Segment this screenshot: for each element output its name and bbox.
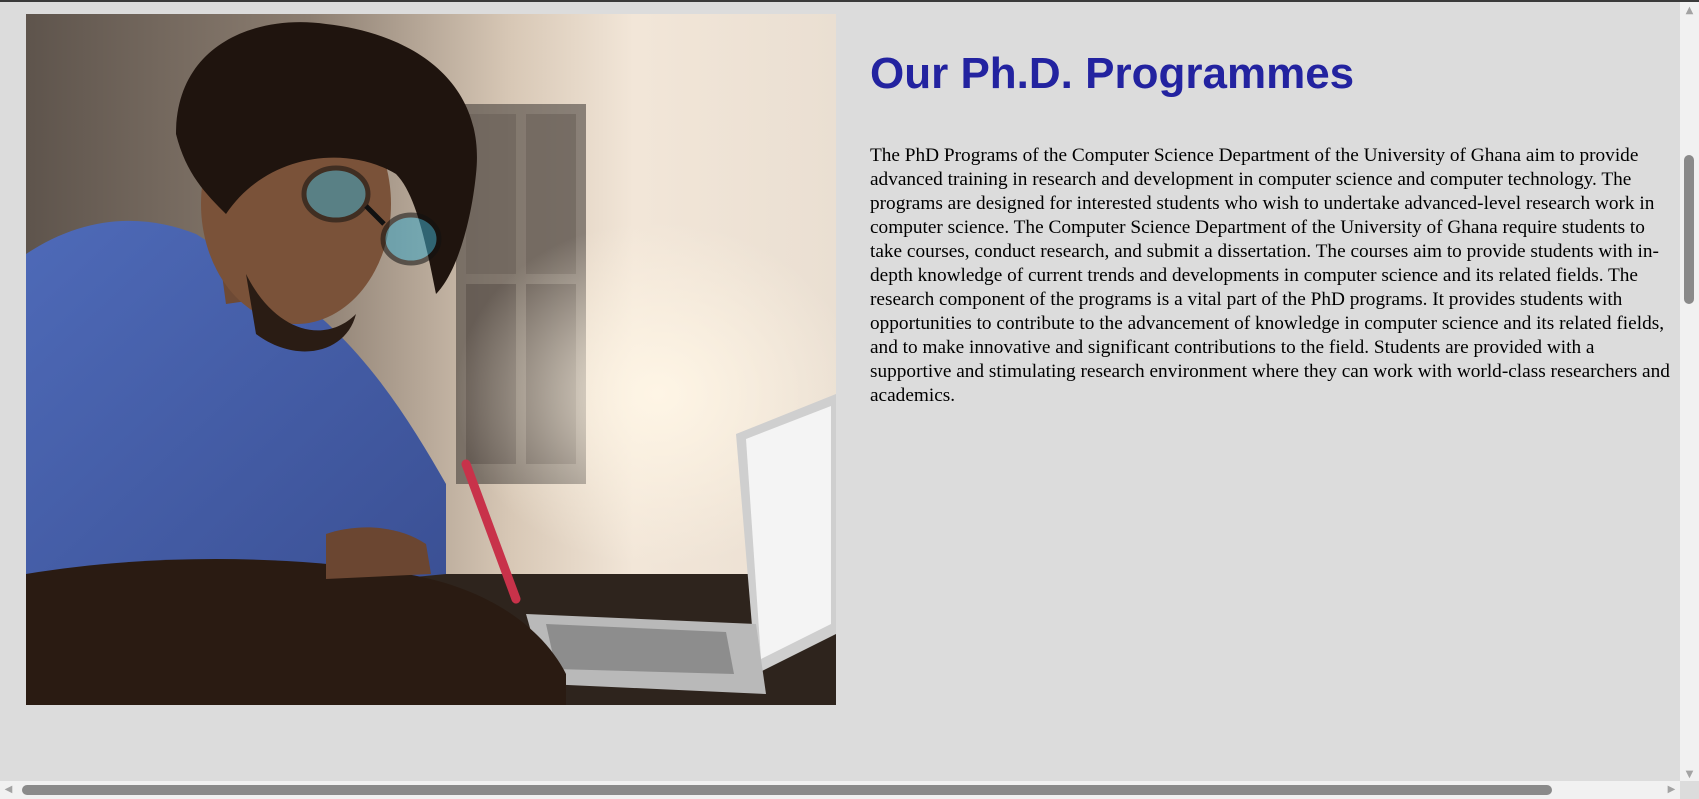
phd-programmes-section: Our Ph.D. Programmes The PhD Programs of…	[870, 44, 1678, 408]
scroll-right-icon[interactable]: ▶	[1663, 781, 1680, 799]
programme-description: The PhD Programs of the Computer Science…	[870, 145, 1670, 406]
page-title: Our Ph.D. Programmes	[870, 49, 1355, 98]
scroll-up-icon[interactable]: ▲	[1680, 2, 1699, 19]
page: Our Ph.D. Programmes The PhD Programs of…	[0, 0, 1699, 799]
vertical-scrollbar[interactable]: ▲ ▼	[1680, 2, 1699, 783]
horizontal-scrollbar[interactable]: ◀ ▶	[0, 781, 1680, 799]
scrollbar-corner	[1680, 781, 1699, 799]
horizontal-scroll-thumb[interactable]	[22, 785, 1552, 795]
student-laptop-photo	[26, 14, 836, 705]
scroll-left-icon[interactable]: ◀	[0, 781, 17, 799]
vertical-scroll-thumb[interactable]	[1684, 155, 1694, 304]
page-viewport: Our Ph.D. Programmes The PhD Programs of…	[0, 2, 1680, 783]
